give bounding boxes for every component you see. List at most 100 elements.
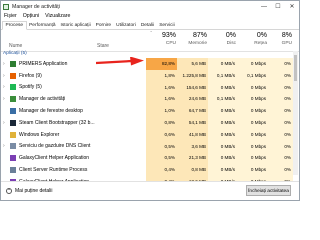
gpu-total: 8% [281,32,292,39]
footer-bar: ⌃ Mai puține detalii Încheiați activitat… [1,181,299,200]
maximize-button[interactable]: ☐ [271,1,285,12]
minimize-button[interactable]: — [257,1,271,12]
task-manager-app-icon [3,3,9,10]
cpu-cell: 1,6% [146,81,177,94]
gpu-label: GPU [281,41,292,46]
memory-cell: 154,6 MB [177,81,208,94]
menu-file[interactable]: Fișier [4,13,17,19]
column-name-header[interactable]: Nume [9,43,22,49]
table-row[interactable]: › PRIMERS Application 82,8% 5,6 MB 0 MB/s 0 M… [1,58,299,70]
expand-chevron-icon[interactable]: › [3,96,5,102]
memory-cell: 21,3 MB [177,152,208,165]
tab-startup[interactable]: Pornire [93,22,113,29]
expand-chevron-icon[interactable]: › [3,73,5,79]
disk-cell: 0 MB/s [208,140,237,153]
less-details-link[interactable]: ⌃ Mai puține detalii [6,188,53,194]
explorer-icon [10,131,16,138]
menu-view[interactable]: Vizualizare [45,13,70,19]
gpu-cell: 0% [268,140,293,153]
network-cell: 0 Mbps [237,58,268,70]
scrollbar-thumb[interactable] [294,55,297,81]
memory-cell: 64,7 MB [177,105,208,117]
column-gpu-header[interactable]: 8% GPU [268,32,292,46]
disk-cell: 0,1 MB/s [208,69,237,82]
table-row[interactable]: Client Server Runtime Process 0,4% 0,8 MB 0… [1,164,299,176]
table-row[interactable]: › Serviciu de gazduire DNS Client 0,5% 3,6 … [1,140,299,153]
expand-chevron-icon[interactable]: › [3,84,5,90]
table-row[interactable]: › Firefox (9) 1,8% 1.225,8 MB 0,1 MB/s 0,1 Mb… [1,69,299,82]
table-row[interactable]: › Spotify (5) 1,6% 154,6 MB 0 MB/s 0 Mbps 0% [1,81,299,94]
table-row[interactable]: Windows Explorer 0,6% 41,8 MB 0 MB/s 0 Mbps 0… [1,128,299,141]
network-cell: 0,1 Mbps [237,69,268,82]
cpu-cell: 0,5% [146,140,177,153]
column-memory-header[interactable]: 87% Memorie [177,32,207,46]
disk-label: Disc [226,41,236,46]
column-cpu-header[interactable]: 93% CPU [146,32,176,46]
network-cell: 0 Mbps [237,93,268,106]
galaxy-icon [10,155,16,162]
network-cell: 0 Mbps [237,128,268,141]
cpu-cell: 0,5% [146,152,177,165]
network-cell: 0 Mbps [237,140,268,153]
expand-chevron-icon[interactable]: › [3,120,5,126]
memory-cell: 54,1 MB [177,116,208,129]
process-name: Firefox (9) [19,72,42,79]
table-row[interactable]: Manager de ferestre desktop 1,0% 64,7 MB 0 … [1,105,299,117]
memory-cell: 41,8 MB [177,128,208,141]
cpu-cell: 1,0% [146,105,177,117]
expand-chevron-icon[interactable]: › [3,61,5,67]
table-row[interactable]: › Manager de activități 1,6% 24,6 MB 0,1 MB/… [1,93,299,106]
memory-cell: 24,6 MB [177,93,208,106]
tab-performance[interactable]: Performanță [27,22,58,29]
tab-services[interactable]: Servicii [157,22,177,29]
cpu-cell: 1,6% [146,93,177,106]
close-button[interactable]: ✕ [285,1,299,12]
network-cell: 0 Mbps [237,81,268,94]
table-row[interactable]: GalaxyClient Helper Application 0,5% 21,3 … [1,152,299,165]
network-total: 0% [256,32,267,39]
disk-cell: 0 MB/s [208,152,237,165]
gpu-cell: 0% [268,164,293,176]
gpu-cell: 0% [268,58,293,70]
column-status-header[interactable]: Stare [97,43,109,49]
process-name: GalaxyClient Helper Application [19,155,90,162]
network-cell: 0 Mbps [237,164,268,176]
memory-label: Memorie [188,41,207,46]
network-label: Rețea [254,41,267,46]
tab-processes[interactable]: Procese [2,21,27,30]
gpu-cell: 0% [268,128,293,141]
tab-app-history[interactable]: Istoric aplicații [58,22,93,29]
process-table: ⌃ Nume Stare 93% CPU 87% Memorie 0% Disc… [1,30,299,188]
memory-cell: 1.225,8 MB [177,69,208,82]
disk-cell: 0 MB/s [208,58,237,70]
tab-bar: Procese Performanță Istoric aplicații Po… [1,20,299,30]
disk-cell: 0,1 MB/s [208,93,237,106]
table-row[interactable]: › Steam Client Bootstrapper (32 b... 0,8% 5… [1,116,299,129]
gpu-cell: 0% [268,116,293,129]
expand-chevron-icon[interactable]: › [3,143,5,149]
dwm-icon [10,108,16,115]
column-disk-header[interactable]: 0% Disc [208,32,236,46]
menu-options[interactable]: Opțiuni [23,13,39,19]
tab-details[interactable]: Detalii [138,22,156,29]
memory-cell: 3,6 MB [177,140,208,153]
memory-cell: 5,6 MB [177,58,208,70]
network-cell: 0 Mbps [237,105,268,117]
process-name: Windows Explorer [19,131,60,138]
spotify-icon [10,84,16,91]
column-network-header[interactable]: 0% Rețea [237,32,267,46]
tab-users[interactable]: Utilizatori [114,22,139,29]
cpu-cell: 0,8% [146,116,177,129]
less-details-label: Mai puține detalii [15,188,53,194]
end-task-button[interactable]: Încheiați activitatea [246,185,291,196]
process-name: Client Server Runtime Process [19,167,88,174]
steam-icon [10,119,16,126]
cpu-label: CPU [165,41,176,46]
memory-total: 87% [192,32,207,39]
process-name: PRIMERS Application [19,60,68,67]
vertical-scrollbar[interactable] [293,51,298,175]
network-cell: 0 Mbps [237,152,268,165]
process-name: Manager de activități [19,96,66,103]
section-label-apps: Aplicații (5) [3,51,27,56]
process-name: Spotify (5) [19,84,42,91]
